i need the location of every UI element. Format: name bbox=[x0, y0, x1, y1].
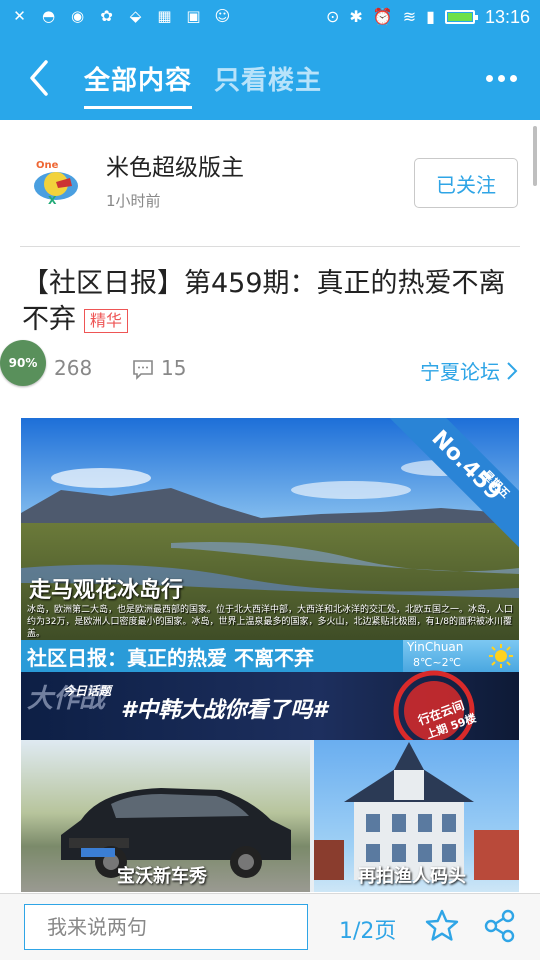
follow-button[interactable]: 已关注 bbox=[414, 158, 518, 208]
star-icon[interactable] bbox=[424, 908, 460, 944]
alarm-icon: ⏰ bbox=[372, 7, 393, 26]
tab-op-only-label: 只看楼主 bbox=[214, 66, 323, 96]
author-name[interactable]: 米色超级版主 bbox=[106, 148, 244, 182]
scrollbar[interactable] bbox=[533, 126, 537, 186]
dot-icon bbox=[486, 74, 493, 82]
comment-count: 15 bbox=[161, 356, 187, 380]
forum-name: 宁夏论坛 bbox=[420, 360, 500, 384]
weather-city: YinChuan bbox=[407, 640, 464, 654]
car-caption: 宝沃新车秀 bbox=[117, 866, 207, 887]
chevron-right-icon bbox=[507, 361, 518, 380]
author-section: One X 米色超级版主 1小时前 已关注 bbox=[0, 120, 540, 246]
view-count: 268 bbox=[54, 356, 93, 380]
post-time: 1小时前 bbox=[106, 192, 161, 210]
wifi-icon: ≋ bbox=[402, 7, 417, 26]
tab-all-content-label: 全部内容 bbox=[84, 66, 193, 96]
battery-icon bbox=[444, 10, 478, 24]
comment-icon bbox=[133, 360, 153, 380]
bluetooth-icon: ✱ bbox=[349, 7, 363, 26]
tab-op-only[interactable]: 只看楼主 bbox=[214, 60, 322, 97]
post-stats: 90% 268 15 宁夏论坛 bbox=[0, 340, 540, 388]
bottom-bar: 我来说两句 1/2页 bbox=[0, 893, 540, 960]
dot-icon bbox=[510, 74, 517, 82]
dot-icon bbox=[498, 74, 505, 82]
wechat-icon: ✕ bbox=[13, 7, 26, 25]
title-bar: 全部内容 只看楼主 bbox=[0, 36, 540, 120]
banner-description: 冰岛，欧洲第二大岛，也是欧洲最西部的国家。位于北大西洋中部，大西洋和北冰洋的交汇… bbox=[27, 605, 514, 639]
apps-icon: ▦ bbox=[157, 7, 172, 25]
image-icon: ▣ bbox=[186, 7, 201, 25]
car-photo: 宝沃新车秀 bbox=[21, 740, 310, 892]
location-icon: ⬙ bbox=[129, 7, 142, 25]
sun-icon bbox=[489, 644, 513, 668]
topic-banner: 大作战 今日话题 #中韩大战你看了吗# 行在云间 上期 59楼 bbox=[21, 670, 519, 752]
avatar-logo-icon: One X bbox=[26, 152, 86, 212]
active-tab-indicator bbox=[84, 106, 193, 109]
back-arrow-icon[interactable] bbox=[22, 56, 62, 100]
banner-title: 走马观花冰岛行 bbox=[29, 578, 184, 603]
more-menu-button[interactable] bbox=[486, 68, 522, 88]
author-avatar[interactable]: One X bbox=[26, 152, 86, 212]
post-banner-image[interactable]: 走马观花冰岛行 冰岛，欧洲第二大岛，也是欧洲最西部的国家。位于北大西洋中部，大西… bbox=[21, 418, 519, 892]
progress-badge[interactable]: 90% bbox=[0, 340, 46, 386]
emoji-icon: ☺ bbox=[214, 7, 231, 25]
comment-input[interactable]: 我来说两句 bbox=[24, 904, 308, 950]
svg-text:One: One bbox=[36, 160, 59, 171]
qq-icon: ◉ bbox=[70, 7, 85, 25]
paw-icon: ✿ bbox=[100, 7, 113, 25]
page-indicator[interactable]: 1/2页 bbox=[339, 913, 396, 945]
system-icons: ⊙ ✱ ⏰ ≋ ▮ 13:16 bbox=[326, 6, 530, 28]
post-title: 【社区日报】第459期：真正的热爱不离不弃 精华 bbox=[22, 266, 512, 338]
notification-icons: ✕ ◓ ◉ ✿ ⬙ ▦ ▣ ☺ bbox=[10, 7, 232, 26]
house-photo: 再拍渔人码头 bbox=[314, 740, 519, 892]
status-bar: ✕ ◓ ◉ ✿ ⬙ ▦ ▣ ☺ ⊙ ✱ ⏰ ≋ ▮ 13:16 bbox=[0, 0, 540, 36]
speech-bubble-icon: ◓ bbox=[41, 7, 56, 25]
featured-badge: 精华 bbox=[84, 308, 129, 333]
topic-text: #中韩大战你看了吗# bbox=[121, 698, 328, 723]
svg-text:X: X bbox=[48, 194, 57, 207]
share-icon[interactable] bbox=[482, 908, 518, 944]
strip-title: 社区日报：真正的热爱 不离不弃 bbox=[27, 646, 314, 670]
house-caption: 再拍渔人码头 bbox=[358, 866, 466, 887]
divider bbox=[20, 246, 520, 247]
tab-all-content[interactable]: 全部内容 bbox=[84, 60, 193, 109]
forum-link[interactable]: 宁夏论坛 bbox=[420, 356, 518, 385]
status-time: 13:16 bbox=[484, 6, 530, 27]
location-icon: ⊙ bbox=[326, 7, 340, 26]
topic-label: 今日话题 bbox=[63, 684, 112, 698]
signal-icon: ▮ bbox=[426, 7, 435, 26]
